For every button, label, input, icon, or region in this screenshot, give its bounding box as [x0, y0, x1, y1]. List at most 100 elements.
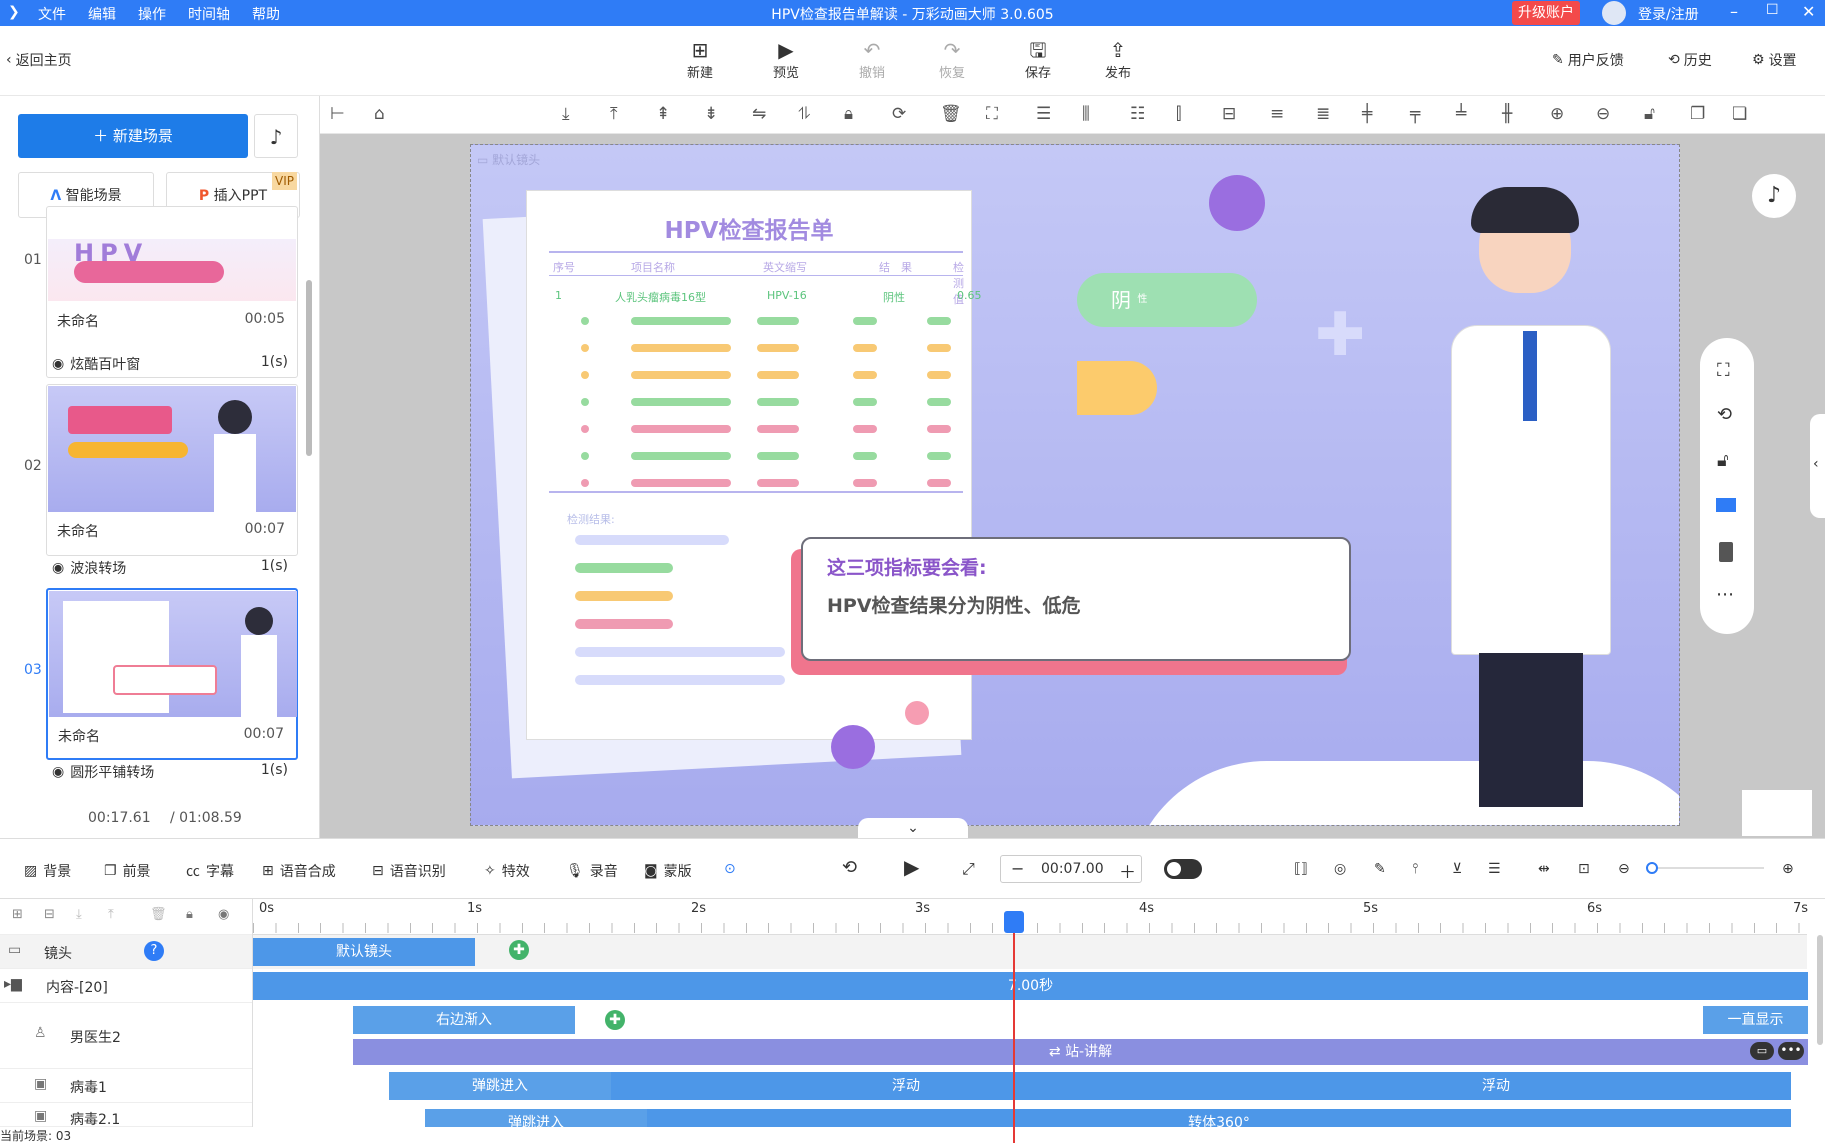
help-icon[interactable]: ? — [144, 941, 164, 961]
minimize-icon[interactable]: – — [1730, 2, 1738, 21]
virus1-float-bar[interactable]: 浮动 — [611, 1072, 1201, 1100]
preview-button[interactable]: ▶ 预览 — [758, 38, 814, 81]
doctor-show-bar[interactable]: 一直显示 — [1703, 1006, 1808, 1034]
settings-button[interactable]: ⚙ 设置 — [1752, 50, 1797, 70]
time-input[interactable]: 00:07.00 — [1041, 861, 1104, 877]
virus2-rotate-bar[interactable]: 转体360° — [647, 1109, 1791, 1127]
music-button[interactable]: ♪ — [254, 114, 298, 158]
rotate-icon[interactable]: ⟲ — [1717, 404, 1732, 425]
doctor-action-bar[interactable]: ⇄ 站-讲解 ▭ ••• — [353, 1039, 1808, 1065]
delete-icon[interactable]: 🗑︎ — [940, 104, 962, 124]
adjust-icon[interactable]: ☰ — [1488, 861, 1501, 877]
replay-icon[interactable]: ⟲ — [842, 857, 857, 878]
bring-front-icon[interactable]: ⇞ — [656, 104, 670, 124]
align-top-icon[interactable]: ☰ — [1036, 104, 1051, 124]
flip-horizontal-icon[interactable]: ⇋ — [752, 104, 766, 124]
zoom-out-icon[interactable]: ⊖ — [1596, 104, 1610, 124]
save-button[interactable]: 🖫 保存 — [1010, 38, 1066, 81]
lock-icon[interactable]: 🔒︎ — [186, 907, 193, 922]
lock-icon[interactable]: 🔓︎ — [1717, 450, 1729, 471]
move-down-icon[interactable]: ⤓ — [76, 907, 82, 922]
new-scene-button[interactable]: ＋ 新建场景 — [18, 114, 248, 158]
portrait-icon[interactable] — [1719, 542, 1733, 562]
virus2-enter-bar[interactable]: 弹跳进入 — [425, 1109, 647, 1127]
paste-icon[interactable]: ❏ — [1732, 104, 1747, 124]
playhead-handle[interactable] — [1004, 911, 1024, 933]
scene-transition[interactable]: ◉ 炫酷百叶窗 1(s) — [52, 354, 288, 374]
move-down-icon[interactable]: ⤓ — [562, 104, 570, 124]
align-vcenter-icon[interactable]: ⫼ — [1082, 104, 1090, 124]
align-hcenter-icon[interactable]: ⫿ — [1176, 104, 1181, 124]
top-align-icon[interactable]: ╤ — [1410, 104, 1420, 124]
history-button[interactable]: ⟲ 历史 — [1668, 50, 1712, 70]
unlock-icon[interactable]: 🔓︎ — [1644, 104, 1655, 124]
avatar[interactable] — [1602, 1, 1626, 25]
distribute-v-icon[interactable]: ≡ — [1270, 104, 1284, 124]
more-icon[interactable]: ⋯ — [1716, 584, 1734, 605]
center-h-icon[interactable]: ╪ — [1362, 104, 1372, 124]
space-icon[interactable]: ╫ — [1502, 104, 1512, 124]
minus-icon[interactable]: − — [1011, 859, 1024, 878]
fit-screen-icon[interactable]: ⛶ — [1717, 360, 1730, 381]
align-left-icon[interactable]: ⊢ — [330, 104, 345, 124]
stage-canvas[interactable]: ▭ 默认镜头 HPV检查报告单 序号 项目名称 英文缩写 结 果 检测值 1 人… — [470, 144, 1680, 826]
login-link[interactable]: 登录/注册 — [1638, 4, 1699, 24]
home-icon[interactable]: ⌂ — [374, 104, 385, 124]
scene-card-selected[interactable]: 未命名 00:07 — [46, 588, 298, 760]
close-icon[interactable]: ✕ — [1802, 2, 1815, 21]
mask-button[interactable]: ◙ 蒙版 — [644, 861, 692, 881]
bottom-align-icon[interactable]: ╧ — [1456, 104, 1466, 124]
virus1-float-bar[interactable]: 浮动 — [1201, 1072, 1791, 1100]
lock-icon[interactable]: 🔒︎ — [844, 104, 853, 124]
new-folder-icon[interactable]: ⊟ — [44, 907, 55, 922]
zoom-slider[interactable] — [1646, 862, 1764, 874]
flip-vertical-icon[interactable]: ⥮ — [798, 104, 810, 124]
record-button[interactable]: 🎙︎ 录音 — [566, 861, 618, 881]
timeline-scrollbar[interactable] — [1817, 935, 1823, 1045]
collapse-timeline-tab[interactable]: ⌄ — [858, 818, 968, 838]
virus1-enter-bar[interactable]: 弹跳进入 — [389, 1072, 611, 1100]
edit-icon[interactable]: ✎ — [1374, 861, 1386, 877]
collapse-right-tab[interactable]: ‹ — [1810, 414, 1825, 518]
maximize-icon[interactable]: ☐ — [1766, 2, 1779, 18]
effects-button[interactable]: ✧ 特效 — [484, 861, 530, 881]
tts-button[interactable]: ⊞ 语音合成 — [262, 861, 336, 881]
track-doctor[interactable]: ♙ 男医生2 — [0, 1003, 252, 1069]
time-ruler[interactable]: 0s 1s 2s 3s 4s 5s 6s 7s — [252, 899, 1808, 935]
time-stepper[interactable]: − 00:07.00 ＋ — [1000, 855, 1142, 883]
add-keyframe-icon[interactable]: ✚ — [509, 940, 529, 960]
keyframe-icon[interactable]: ⟦⟧ — [1294, 861, 1308, 877]
scene-scrollbar[interactable] — [306, 280, 312, 456]
more-icon[interactable]: ••• — [1778, 1042, 1804, 1060]
scene-transition[interactable]: ◉ 圆形平铺转场 1(s) — [52, 762, 288, 782]
comment-icon[interactable]: ▭ — [1750, 1042, 1774, 1060]
toggle-switch[interactable] — [1164, 859, 1202, 879]
redo-button[interactable]: ↷ 恢复 — [924, 38, 980, 81]
send-back-icon[interactable]: ⇟ — [704, 104, 718, 124]
zoom-in-icon[interactable]: ⊕ — [1550, 104, 1564, 124]
more-tools-icon[interactable]: ⊙ — [724, 861, 736, 877]
align-right-icon[interactable]: ≣ — [1316, 104, 1330, 124]
split-icon[interactable]: ⫯ — [1412, 861, 1418, 877]
scene-card[interactable]: 未命名 00:07 — [46, 384, 298, 556]
fullscreen-icon[interactable]: ⤢ — [962, 859, 975, 879]
feedback-button[interactable]: ✎ 用户反馈 — [1552, 50, 1624, 70]
zoom-out-icon[interactable]: ⊖ — [1618, 861, 1630, 877]
publish-button[interactable]: ⇪ 发布 — [1090, 38, 1146, 81]
minimap[interactable] — [1742, 790, 1812, 836]
play-icon[interactable]: ▶ — [904, 855, 919, 879]
add-folder-icon[interactable]: ⊞ — [12, 907, 23, 922]
foreground-button[interactable]: ❐ 前景 — [104, 861, 151, 881]
content-duration-bar[interactable]: 7.00秒 — [253, 972, 1808, 1000]
delete-icon[interactable]: 🗑︎ — [150, 907, 167, 922]
music-float-button[interactable]: ♪ — [1752, 174, 1796, 218]
fit-icon[interactable]: ⛶ — [986, 104, 998, 124]
track-content-folder[interactable]: ▸▆ 内容-[20] — [0, 969, 252, 1003]
landscape-icon[interactable] — [1716, 498, 1736, 512]
default-camera-bar[interactable]: 默认镜头 — [253, 938, 475, 966]
scene-transition[interactable]: ◉ 波浪转场 1(s) — [52, 558, 288, 578]
snapshot-icon[interactable]: ◎ — [1334, 861, 1346, 877]
track-virus2[interactable]: ▣ 病毒2.1 — [0, 1103, 252, 1127]
scene-card[interactable]: HPV 未命名 00:05 — [46, 206, 298, 378]
copy-icon[interactable]: ❐ — [1690, 104, 1705, 124]
